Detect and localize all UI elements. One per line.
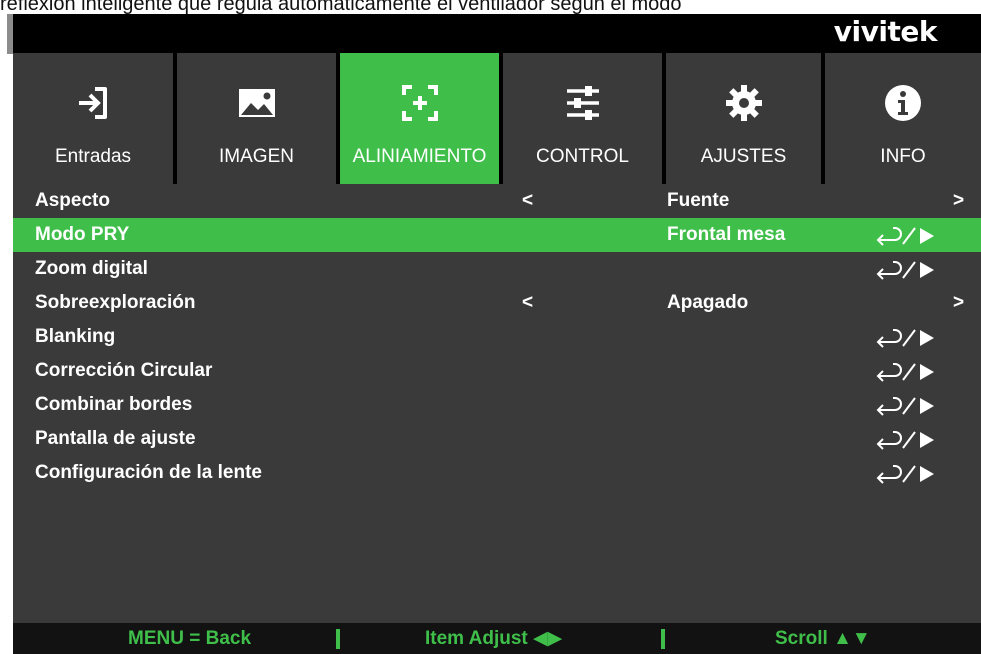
- footer-divider: [661, 629, 665, 649]
- menu-item-combinar-bordes[interactable]: Combinar bordes: [13, 388, 981, 422]
- tab-info[interactable]: INFO: [825, 53, 981, 184]
- menu-item-configuracion-lente[interactable]: Configuración de la lente: [13, 456, 981, 490]
- tab-label: CONTROL: [536, 146, 629, 167]
- menu-item-modo-pry[interactable]: Modo PRY Frontal mesa: [13, 218, 981, 252]
- scroll-hint: Scroll ▲▼: [775, 628, 871, 649]
- tab-label: IMAGEN: [219, 146, 294, 167]
- menu-item-label: Blanking: [35, 326, 116, 347]
- tab-imagen[interactable]: IMAGEN: [177, 53, 336, 184]
- picture-icon: [237, 83, 277, 123]
- input-arrow-icon: [73, 83, 113, 123]
- menu-item-aspecto[interactable]: Aspecto < Fuente >: [13, 184, 981, 218]
- decrease-arrow[interactable]: <: [522, 190, 533, 212]
- increase-arrow[interactable]: >: [953, 292, 964, 314]
- enter-arrow-icon: [875, 258, 939, 280]
- tab-aliniamiento[interactable]: ALINIAMIENTO: [340, 53, 499, 184]
- enter-arrow-icon: [875, 224, 939, 246]
- tab-label: Entradas: [54, 146, 132, 167]
- info-icon: [883, 83, 923, 123]
- tab-ajustes[interactable]: AJUSTES: [666, 53, 821, 184]
- page: reflexión inteligente que regula automát…: [0, 0, 981, 654]
- menu-item-label: Sobreexploración: [35, 292, 196, 313]
- enter-arrow-icon: [875, 394, 939, 416]
- menu-item-value: Fuente: [667, 190, 730, 211]
- menu-item-label: Pantalla de ajuste: [35, 428, 196, 449]
- menu-list: Aspecto < Fuente > Modo PRY Frontal mesa…: [13, 184, 981, 490]
- menu-item-zoom-digital[interactable]: Zoom digital: [13, 252, 981, 286]
- menu-item-value: Frontal mesa: [667, 224, 786, 245]
- enter-arrow-icon: [875, 326, 939, 348]
- menu-item-blanking[interactable]: Blanking: [13, 320, 981, 354]
- enter-arrow-icon: [875, 428, 939, 450]
- increase-arrow[interactable]: >: [953, 190, 964, 212]
- alignment-icon: [400, 83, 440, 123]
- menu-item-label: Aspecto: [35, 190, 110, 211]
- menu-item-label: Corrección Circular: [35, 360, 213, 381]
- menu-item-sobreexploracion[interactable]: Sobreexploración < Apagado >: [13, 286, 981, 320]
- enter-arrow-icon: [875, 360, 939, 382]
- tab-label: AJUSTES: [700, 146, 787, 167]
- caption-text: reflexión inteligente que regula automát…: [0, 0, 682, 14]
- tab-label: INFO: [880, 146, 926, 167]
- footer-divider: [336, 629, 340, 649]
- top-bar: vivitek: [13, 14, 981, 53]
- menu-item-label: Combinar bordes: [35, 394, 193, 415]
- tab-entradas[interactable]: Entradas: [13, 53, 173, 184]
- menu-back-hint: MENU = Back: [128, 628, 252, 649]
- tab-label: ALINIAMIENTO: [352, 146, 487, 167]
- menu-item-correccion-circular[interactable]: Corrección Circular: [13, 354, 981, 388]
- vivitek-logo: vivitek: [833, 15, 938, 48]
- menu-item-label: Modo PRY: [35, 224, 130, 245]
- decrease-arrow[interactable]: <: [522, 292, 533, 314]
- tab-bar: Entradas IMAGEN ALINIAMIENTO CONTROL AJU…: [13, 53, 981, 184]
- menu-item-value: Apagado: [667, 292, 749, 313]
- item-adjust-hint: Item Adjust ◀▶: [425, 628, 563, 649]
- gear-icon: [724, 83, 764, 123]
- tab-control[interactable]: CONTROL: [503, 53, 662, 184]
- footer-hint-bar: MENU = Back Item Adjust ◀▶ Scroll ▲▼: [13, 623, 981, 654]
- menu-item-pantalla-de-ajuste[interactable]: Pantalla de ajuste: [13, 422, 981, 456]
- osd-menu: vivitek Entradas IMAGEN ALINIAMIENTO CON…: [13, 14, 981, 654]
- menu-item-label: Zoom digital: [35, 258, 148, 279]
- menu-item-label: Configuración de la lente: [35, 462, 262, 483]
- enter-arrow-icon: [875, 462, 939, 484]
- sliders-icon: [563, 83, 603, 123]
